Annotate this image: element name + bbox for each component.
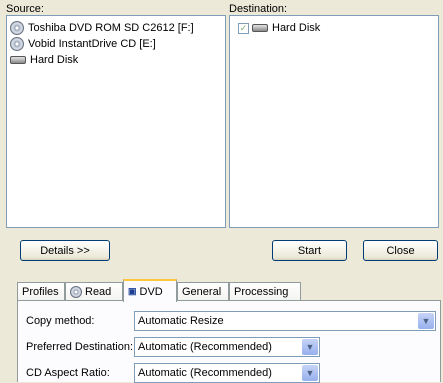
details-button[interactable]: Details >> <box>20 240 110 261</box>
tab-dvd[interactable]: ▣ DVD <box>123 279 177 302</box>
destination-item-hard-disk[interactable]: ✓ Hard Disk <box>238 20 320 36</box>
checkbox-checked-icon[interactable]: ✓ <box>238 22 249 34</box>
chevron-down-icon[interactable]: ▼ <box>302 365 318 381</box>
source-item-label: Vobid InstantDrive CD [E:] <box>28 38 156 50</box>
preferred-destination-label: Preferred Destination: <box>26 341 133 353</box>
chevron-down-icon[interactable]: ▼ <box>302 339 318 355</box>
destination-item-label: Hard Disk <box>272 22 321 34</box>
tab-label: General <box>182 286 222 298</box>
source-item-label: Toshiba DVD ROM SD C2612 [F:] <box>28 22 194 34</box>
tab-profiles[interactable]: Profiles <box>17 282 65 301</box>
tab-processing[interactable]: Processing <box>229 282 301 301</box>
select-value: Automatic (Recommended) <box>138 367 272 379</box>
cd-aspect-ratio-label: CD Aspect Ratio: <box>26 367 110 379</box>
source-item-hard-disk[interactable]: Hard Disk <box>10 52 78 68</box>
cd-icon <box>70 286 82 298</box>
tab-label: Processing <box>234 286 289 298</box>
preferred-destination-select[interactable]: Automatic (Recommended) ▼ <box>134 337 320 357</box>
source-item-toshiba[interactable]: Toshiba DVD ROM SD C2612 [F:] <box>10 20 194 36</box>
select-value: Automatic Resize <box>138 315 224 327</box>
tab-label: Profiles <box>22 286 59 298</box>
tab-label: Read <box>85 286 112 298</box>
copy-method-label: Copy method: <box>26 315 95 327</box>
start-button[interactable]: Start <box>272 240 347 261</box>
source-item-vobid[interactable]: Vobid InstantDrive CD [E:] <box>10 36 156 52</box>
chevron-down-icon[interactable]: ▼ <box>418 313 434 329</box>
cd-aspect-ratio-select[interactable]: Automatic (Recommended) ▼ <box>134 363 320 383</box>
tab-read[interactable]: Read <box>65 282 123 301</box>
source-label: Source: <box>6 3 44 15</box>
hard-disk-icon <box>252 24 268 32</box>
copy-method-select[interactable]: Automatic Resize ▼ <box>134 311 436 331</box>
dvd-icon: ▣ <box>128 286 137 296</box>
tab-general[interactable]: General <box>177 282 229 301</box>
cd-icon <box>10 21 24 35</box>
dvd-tab-page: Copy method: Automatic Resize ▼ Preferre… <box>17 300 441 383</box>
destination-label: Destination: <box>229 3 288 15</box>
close-button[interactable]: Close <box>363 240 438 261</box>
destination-list[interactable]: ✓ Hard Disk <box>229 15 439 228</box>
select-value: Automatic (Recommended) <box>138 341 272 353</box>
hard-disk-icon <box>10 56 26 64</box>
tab-label: DVD <box>139 285 163 298</box>
source-item-label: Hard Disk <box>30 54 79 66</box>
cd-icon <box>10 37 24 51</box>
source-list[interactable]: Toshiba DVD ROM SD C2612 [F:] Vobid Inst… <box>6 15 226 228</box>
